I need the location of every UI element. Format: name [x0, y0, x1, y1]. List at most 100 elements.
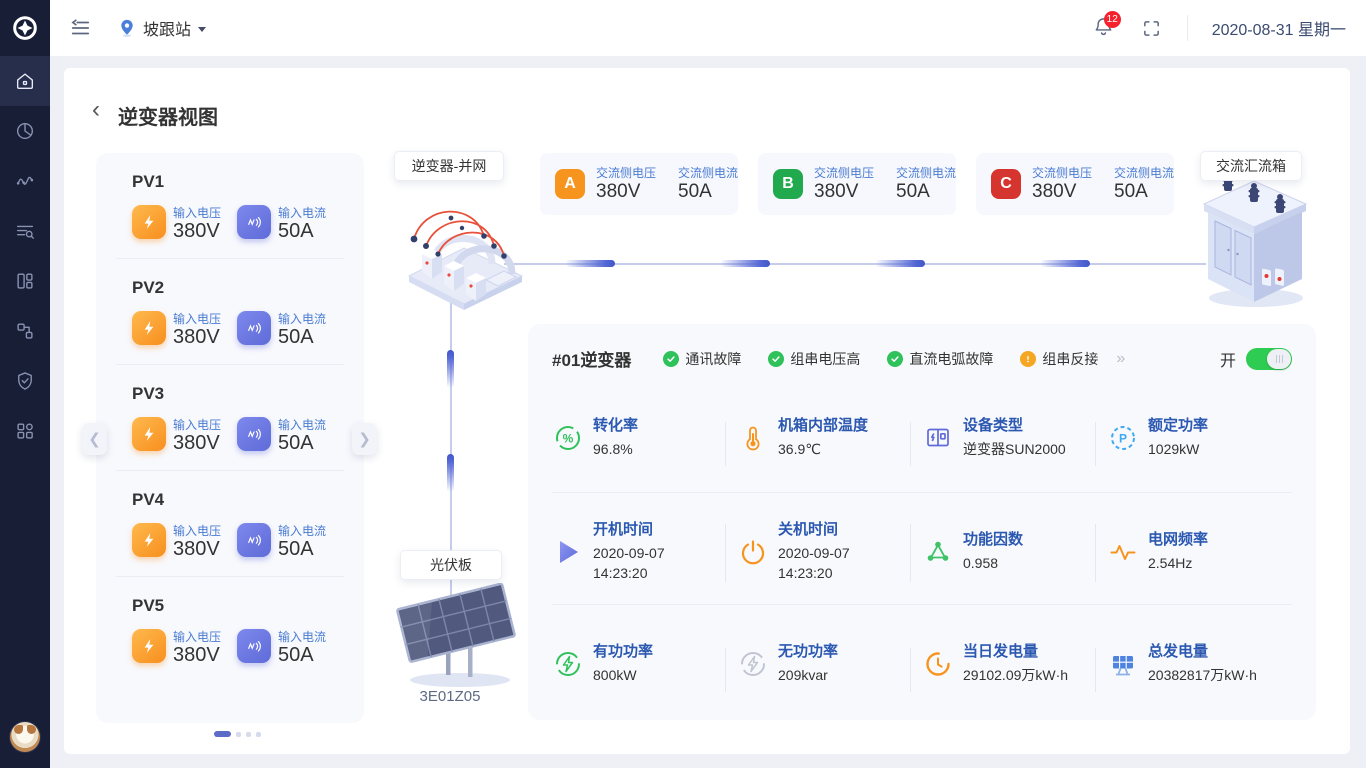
phase-current-label: 交流侧电流 [896, 166, 956, 181]
phase-voltage-value: 380V [596, 181, 656, 203]
sidebar-item-analytics[interactable] [0, 106, 50, 156]
current-wave-icon [237, 523, 271, 557]
pv-current-value: 50A [278, 326, 326, 348]
sidebar-item-security[interactable] [0, 356, 50, 406]
solar-panel-illustration [390, 583, 520, 696]
status-item: 组串反接 [1020, 349, 1098, 369]
pv-panel-tag: 光伏板 [400, 550, 502, 580]
status-label: 通讯故障 [685, 349, 741, 369]
metric-label: 有功功率 [593, 642, 653, 661]
status-label: 组串反接 [1042, 349, 1098, 369]
collapse-menu-icon[interactable] [68, 16, 92, 40]
status-label: 直流电弧故障 [909, 349, 993, 369]
pv-item: PV4 输入电压380V 输入电流50A [116, 471, 344, 577]
fullscreen-button[interactable] [1141, 17, 1163, 39]
power-icon [737, 537, 769, 567]
pv-name: PV5 [132, 596, 344, 616]
pv-voltage-metric: 输入电压380V [132, 629, 221, 666]
voltage-bolt-icon [132, 417, 166, 451]
metric-value: 29102.09万kW·h [963, 665, 1068, 685]
play-icon [552, 538, 584, 566]
sidebar-item-logs[interactable] [0, 206, 50, 256]
pv-current-label: 输入电流 [278, 630, 326, 644]
metric-daily-generation: 当日发电量29102.09万kW·h [922, 642, 1107, 685]
user-avatar[interactable] [10, 722, 40, 752]
status-item: 通讯故障 [663, 349, 741, 369]
voltage-bolt-icon [132, 311, 166, 345]
pagination-dots [214, 731, 261, 737]
pv-current-metric: 输入电流50A [237, 311, 326, 348]
pv-current-label: 输入电流 [278, 206, 326, 220]
phase-current-label: 交流侧电流 [1114, 166, 1174, 181]
power-toggle[interactable] [1246, 348, 1292, 370]
phase-card-c: C 交流侧电压380V 交流侧电流50A [976, 153, 1174, 215]
metric-label: 功能因数 [963, 530, 1023, 549]
notifications-button[interactable]: 12 [1093, 15, 1117, 41]
metric-value: 2020-09-07 [593, 543, 665, 563]
current-wave-icon [237, 629, 271, 663]
list-search-icon [14, 220, 36, 242]
pagination-dot[interactable] [246, 732, 251, 737]
pv-list-panel: PV1 输入电压380V 输入电流50A PV2 输入电压380V [96, 153, 364, 723]
sidebar-item-topology[interactable] [0, 306, 50, 356]
svg-text:%: % [563, 431, 574, 445]
carousel-prev-button[interactable]: ❮ [82, 423, 107, 455]
shield-check-icon [14, 370, 36, 392]
main-content-card: ‹ 逆变器视图 PV1 输入电压380V 输入电流50A PV2 [64, 68, 1350, 754]
current-date: 2020-08-31 星期一 [1212, 16, 1346, 40]
sidebar-item-home[interactable] [0, 56, 50, 106]
notification-badge: 12 [1104, 11, 1121, 28]
phase-c-badge: C [991, 169, 1021, 199]
metric-label: 总发电量 [1148, 642, 1257, 661]
station-selector[interactable]: 坡跟站 [118, 16, 206, 40]
energy-flow-marker [875, 260, 925, 267]
sidebar-item-monitor[interactable] [0, 156, 50, 206]
status-list: 通讯故障 组串电压高 直流电弧故障 组串反接 [663, 349, 1098, 369]
nodes-icon [14, 320, 36, 342]
metric-device-type: 设备类型逆变器SUN2000 [922, 416, 1107, 459]
solar-panel-icon [1107, 649, 1139, 679]
metric-label: 关机时间 [778, 520, 850, 539]
metric-value2: 14:23:20 [593, 563, 665, 583]
page-title: 逆变器视图 [118, 101, 218, 130]
metric-rated-power: P 额定功率1029kW [1107, 416, 1292, 459]
pagination-dot[interactable] [256, 732, 261, 737]
phase-voltage-label: 交流侧电压 [1032, 166, 1092, 181]
sidebar-item-dashboard[interactable] [0, 256, 50, 306]
current-wave-icon [237, 417, 271, 451]
pv-item: PV1 输入电压380V 输入电流50A [116, 153, 344, 259]
more-statuses-icon[interactable]: » [1116, 350, 1125, 368]
voltage-bolt-icon [132, 523, 166, 557]
pv-current-metric: 输入电流50A [237, 205, 326, 242]
back-button[interactable]: ‹ [92, 98, 100, 122]
pv-voltage-label: 输入电压 [173, 418, 221, 432]
pv-current-label: 输入电流 [278, 524, 326, 538]
phase-voltage-value: 380V [1032, 181, 1092, 203]
pv-current-value: 50A [278, 538, 326, 560]
svg-text:P: P [1119, 431, 1127, 445]
metric-value: 2.54Hz [1148, 553, 1208, 573]
phase-voltage-value: 380V [814, 181, 874, 203]
phase-voltage-label: 交流侧电压 [596, 166, 656, 181]
metric-label: 电网频率 [1148, 530, 1208, 549]
carousel-next-button[interactable]: ❯ [352, 423, 377, 455]
metric-shutdown-time: 关机时间2020-09-0714:23:20 [737, 520, 922, 583]
row-divider [552, 604, 1292, 605]
pv-voltage-label: 输入电压 [173, 206, 221, 220]
metric-label: 机箱内部温度 [778, 416, 868, 435]
pagination-dot[interactable] [214, 731, 231, 737]
metric-value: 800kW [593, 665, 653, 685]
check-circle-icon [887, 351, 903, 367]
sidebar-item-apps[interactable] [0, 406, 50, 456]
voltage-bolt-icon [132, 629, 166, 663]
current-wave-icon [237, 205, 271, 239]
location-pin-icon [118, 18, 136, 38]
pv-voltage-value: 380V [173, 326, 221, 348]
metric-label: 设备类型 [963, 416, 1066, 435]
metric-active-power: 有功功率 800kW [552, 642, 737, 685]
pv-item: PV3 输入电压380V 输入电流50A [116, 365, 344, 471]
metric-conversion-rate: % 转化率96.8% [552, 416, 737, 459]
phase-b-badge: B [773, 169, 803, 199]
toggle-knob [1267, 349, 1291, 369]
pagination-dot[interactable] [236, 732, 241, 737]
